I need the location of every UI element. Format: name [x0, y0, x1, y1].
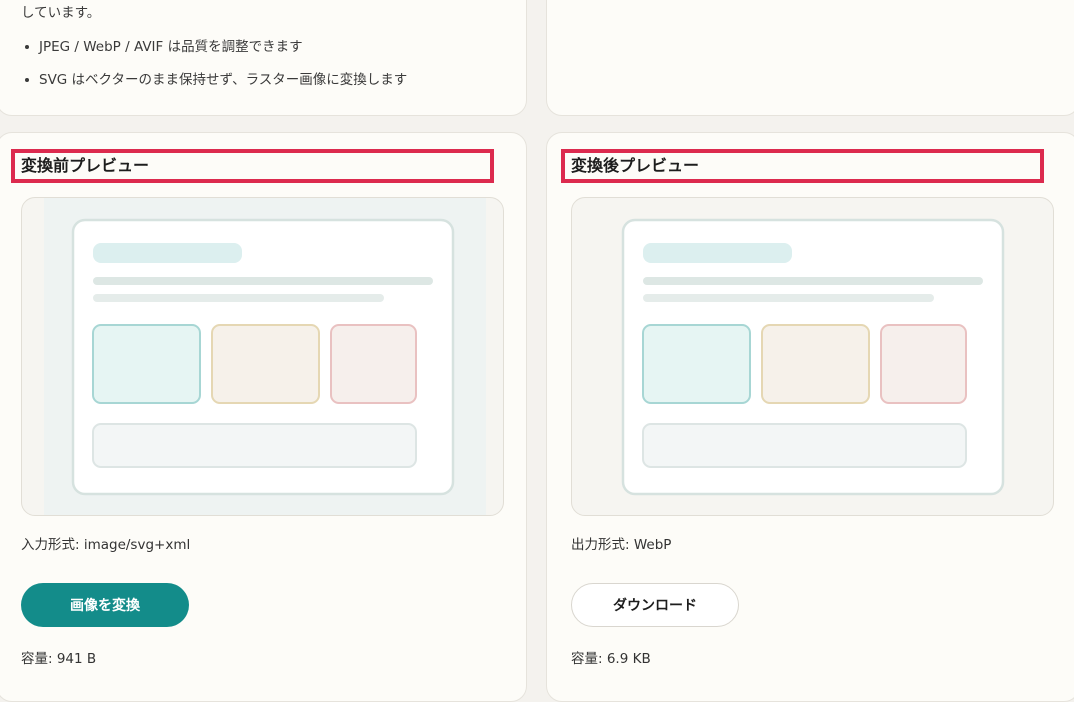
- after-preview-title: 変換後プレビュー: [561, 149, 1044, 183]
- after-preview-svg: [621, 218, 1005, 496]
- convert-image-button[interactable]: 画像を変換: [21, 583, 189, 627]
- info-bullet-list: JPEG / WebP / AVIF は品質を調整できます SVG はベクターの…: [21, 35, 407, 101]
- after-preview-image: [571, 197, 1054, 516]
- info-card: しています。 JPEG / WebP / AVIF は品質を調整できます SVG…: [0, 0, 527, 116]
- output-size-label: 容量: 6.9 KB: [571, 651, 651, 667]
- output-format-label: 出力形式: WebP: [571, 537, 672, 553]
- after-preview-card: 変換後プレビュー 出力形式: WebP ダウンロード 容量: 6.9 KB: [546, 132, 1074, 702]
- download-button[interactable]: ダウンロード: [571, 583, 739, 627]
- before-preview-image: [21, 197, 504, 516]
- info-bullet: JPEG / WebP / AVIF は品質を調整できます: [21, 35, 407, 68]
- info-bullet: SVG はベクターのまま保持せず、ラスター画像に変換します: [21, 68, 407, 101]
- before-preview-svg: [44, 198, 486, 515]
- before-preview-title: 変換前プレビュー: [11, 149, 494, 183]
- input-size-label: 容量: 941 B: [21, 651, 97, 667]
- intro-text: しています。: [21, 5, 101, 21]
- before-preview-card: 変換前プレビュー 入力形式: image/svg+xml 画像を変換 容量: 9…: [0, 132, 527, 702]
- side-card: [546, 0, 1074, 116]
- input-format-label: 入力形式: image/svg+xml: [21, 537, 191, 553]
